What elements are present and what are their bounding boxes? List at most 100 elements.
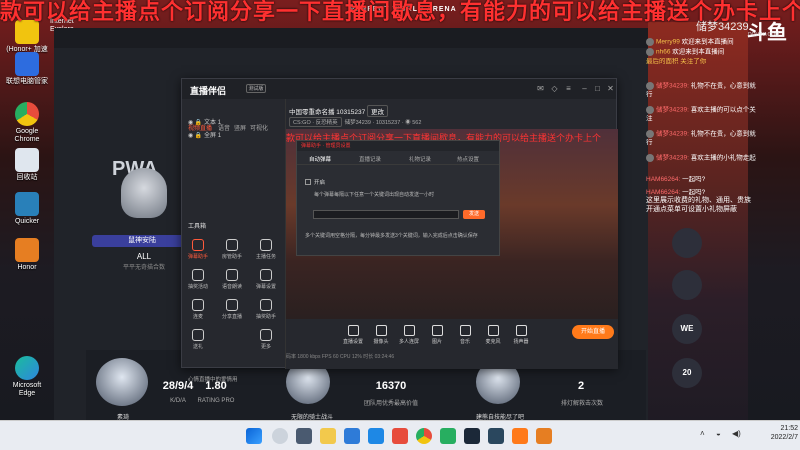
- tool-link[interactable]: 连麦: [186, 299, 210, 320]
- bottle-icon[interactable]: [672, 228, 702, 258]
- link-icon[interactable]: [672, 270, 702, 300]
- desktop-icon-label: Quicker: [14, 218, 40, 225]
- steam-icon[interactable]: [488, 428, 504, 444]
- app-icon[interactable]: [368, 428, 384, 444]
- chat-user: 储梦34239:: [656, 130, 689, 138]
- task-view-icon[interactable]: [296, 428, 312, 444]
- start-live-button[interactable]: 开始直播: [572, 325, 614, 339]
- music-button[interactable]: 音乐: [454, 325, 476, 345]
- tool-draw[interactable]: 抽奖助手: [254, 299, 278, 320]
- desktop-icon[interactable]: Microsoft Edge: [4, 356, 50, 398]
- tool-danmu[interactable]: 弹幕助手: [186, 239, 210, 260]
- desktop-icon[interactable]: Quicker: [4, 192, 50, 226]
- camera-button[interactable]: 摄像头: [370, 325, 392, 345]
- network-icon[interactable]: ◒: [716, 429, 721, 438]
- menu-icon[interactable]: ≡: [564, 84, 573, 93]
- tool-label: 送礼: [192, 344, 203, 350]
- team-20-icon[interactable]: 20: [672, 358, 702, 388]
- stat-label: RATING PRO: [197, 398, 235, 404]
- left-sidebar: 视频直播 语音 竖屏 可视化 ◉ 🔒 文本 1 ◉ 🔒 全屏 1 工具箱 弹幕助…: [182, 99, 286, 383]
- speaker-icon: [515, 325, 527, 336]
- steam-icon[interactable]: [464, 428, 480, 444]
- avatar: [646, 130, 654, 138]
- player-avatar: [121, 168, 167, 218]
- tool-danmu-settings[interactable]: 弹幕设置: [254, 269, 278, 290]
- scene-item[interactable]: ◉ 🔒 全屏 1: [188, 130, 221, 139]
- enable-checkbox[interactable]: [305, 179, 311, 185]
- edge-icon: [15, 356, 39, 380]
- app-icon[interactable]: [392, 428, 408, 444]
- image-button[interactable]: 图片: [426, 325, 448, 345]
- chat-user: 储梦34239:: [656, 82, 689, 90]
- volume-icon[interactable]: ◀): [732, 429, 741, 438]
- windows-start-icon[interactable]: [246, 428, 262, 444]
- keyword-input[interactable]: [313, 210, 459, 219]
- maximize-icon[interactable]: □: [593, 84, 602, 93]
- edit-room-button[interactable]: 更改: [367, 105, 389, 117]
- chevron-up-icon[interactable]: ˄: [700, 429, 705, 438]
- dialog-tab-record[interactable]: 直播记录: [359, 155, 381, 163]
- tool-icon: [192, 269, 204, 281]
- dialog-tab-auto[interactable]: 自动弹幕: [309, 155, 331, 163]
- chrome-icon[interactable]: [416, 428, 432, 444]
- desktop-icon[interactable]: 回收站: [4, 148, 50, 182]
- send-button[interactable]: 发送: [463, 210, 485, 219]
- close-icon[interactable]: ✕: [606, 84, 615, 93]
- taskbar: [0, 420, 800, 450]
- minimize-icon[interactable]: –: [580, 84, 589, 93]
- tab-portrait[interactable]: 竖屏: [234, 123, 246, 132]
- tool-icon: [260, 239, 272, 251]
- desktop-icon-label: Google Chrome: [14, 128, 40, 143]
- tool-gift[interactable]: 送礼: [186, 329, 210, 350]
- scene-item[interactable]: ◉ 🔒 文本 1: [188, 117, 221, 126]
- chat-text: 礼物不在贵，心意到就: [690, 82, 756, 90]
- speaker-button[interactable]: 扬声器: [510, 325, 532, 345]
- control-label: 多人连屏: [398, 339, 419, 345]
- avatar: [646, 38, 654, 46]
- desktop-icon[interactable]: Google Chrome: [4, 102, 50, 144]
- app-icon[interactable]: [536, 428, 552, 444]
- team-we-icon[interactable]: WE: [672, 314, 702, 344]
- recycle-bin-icon: [15, 148, 39, 172]
- tool-share[interactable]: 分享直播: [220, 299, 244, 320]
- tool-admin[interactable]: 房管助手: [220, 239, 244, 260]
- dialog-tabs: 自动弹幕 直播记录 礼物记录 热点设置: [297, 153, 499, 165]
- desktop-icon[interactable]: Honor: [4, 238, 50, 272]
- avatar: [646, 48, 654, 56]
- streaming-assistant-icon[interactable]: [512, 428, 528, 444]
- message-icon[interactable]: ✉: [536, 84, 545, 93]
- tool-more[interactable]: 更多: [254, 329, 278, 350]
- tab-visual[interactable]: 可视化: [250, 123, 268, 132]
- multi-screen-button[interactable]: 多人连屏: [398, 325, 420, 345]
- chat-user: 储梦34239:: [656, 154, 689, 162]
- system-clock[interactable]: 21:52 2022/2/7: [760, 424, 798, 442]
- mic-button[interactable]: 麦克风: [482, 325, 504, 345]
- search-icon[interactable]: [272, 428, 288, 444]
- chat-message: HAM66264: 一起吗?: [646, 176, 796, 184]
- stat-label: K/D/A: [170, 398, 186, 404]
- tool-tts[interactable]: 语音朗读: [220, 269, 244, 290]
- dialog-tab-hot[interactable]: 热点设置: [457, 155, 479, 163]
- room-category[interactable]: CS:GO · 反恐精英: [289, 117, 342, 127]
- music-icon: [459, 325, 471, 336]
- status-bar: 码率 1800 kbps FPS 60 CPU 12% 时长 03:24:46: [286, 354, 395, 360]
- file-explorer-icon[interactable]: [320, 428, 336, 444]
- stat-label: 排灯解救击次数: [560, 401, 603, 407]
- chat-user: Merry99: [656, 38, 680, 46]
- app-icon[interactable]: [440, 428, 456, 444]
- app-name: 直播伴侣: [190, 86, 227, 96]
- live-settings-button[interactable]: 直播设置: [342, 325, 364, 345]
- window-titlebar[interactable]: 直播伴侣 测试版 ✉ ◇ ≡ – □ ✕: [182, 79, 616, 99]
- tool-label: 抽奖活动: [187, 284, 208, 290]
- dialog-header[interactable]: 弹幕助手 · 管理员设置: [297, 141, 499, 151]
- gift-icon[interactable]: ◇: [550, 84, 559, 93]
- chat-text: 一起吗?: [682, 189, 706, 196]
- dialog-tab-gift[interactable]: 礼物记录: [409, 155, 431, 163]
- desktop-icon[interactable]: 联想电脑管家: [4, 52, 50, 86]
- image-icon: [431, 325, 443, 336]
- tool-lottery[interactable]: 抽奖活动: [186, 269, 210, 290]
- tool-task[interactable]: 主播任务: [254, 239, 278, 260]
- scene-label: 全屏 1: [204, 133, 222, 139]
- edge-icon[interactable]: [344, 428, 360, 444]
- microphone-icon: [487, 325, 499, 336]
